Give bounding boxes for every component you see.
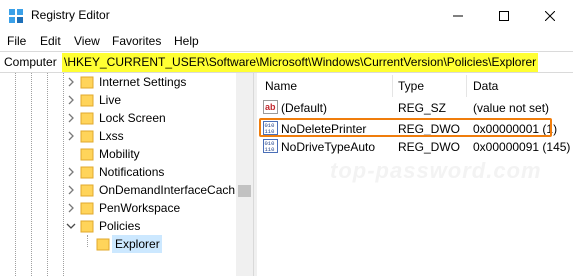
- tree-item-mobility[interactable]: Mobility: [0, 145, 236, 163]
- folder-icon: [80, 220, 94, 233]
- tree-item-label: Explorer: [115, 237, 160, 251]
- tree-item-label: PenWorkspace: [99, 201, 181, 215]
- value-name: NoDriveTypeAuto: [281, 140, 376, 154]
- tree-item-label: Policies: [99, 219, 141, 233]
- tree-item-notifications[interactable]: Notifications: [0, 163, 236, 181]
- value-type: REG_SZ: [398, 101, 447, 115]
- registry-editor-icon: [9, 9, 23, 23]
- tree-item-label: Lxss: [99, 129, 124, 143]
- minimize-button[interactable]: [435, 0, 481, 31]
- tree-item-label: Live: [99, 93, 122, 107]
- highlight-annotation-box: [259, 118, 552, 137]
- folder-icon: [80, 148, 94, 161]
- string-value-icon: ab: [263, 100, 278, 114]
- folder-icon: [80, 202, 94, 215]
- chevron-right-icon[interactable]: [66, 94, 76, 106]
- folder-icon: [80, 94, 94, 107]
- folder-icon: [80, 184, 94, 197]
- close-icon: [545, 10, 555, 21]
- minimize-icon: [453, 15, 463, 16]
- maximize-icon: [499, 10, 509, 21]
- chevron-right-icon[interactable]: [66, 112, 76, 124]
- folder-icon: [80, 112, 94, 125]
- column-header-name[interactable]: Name: [265, 79, 297, 93]
- title-bar: Registry Editor: [0, 0, 573, 32]
- chevron-down-icon[interactable]: [66, 220, 76, 232]
- address-path[interactable]: \HKEY_CURRENT_USER\Software\Microsoft\Wi…: [62, 53, 539, 72]
- tree-item-label: Notifications: [99, 165, 165, 179]
- address-bar[interactable]: Computer \HKEY_CURRENT_USER\Software\Mic…: [0, 51, 573, 73]
- close-button[interactable]: [527, 0, 573, 31]
- tree-item-penworkspace[interactable]: PenWorkspace: [0, 199, 236, 217]
- menu-file[interactable]: File: [7, 34, 26, 48]
- tree-item-internet-settings[interactable]: Internet Settings: [0, 73, 236, 91]
- column-divider[interactable]: [466, 75, 467, 97]
- tree-item-explorer[interactable]: Explorer: [0, 235, 236, 253]
- menu-view[interactable]: View: [74, 34, 100, 48]
- tree-item-label: OnDemandInterfaceCach: [99, 183, 236, 197]
- column-header-type[interactable]: Type: [398, 79, 424, 93]
- menu-favorites[interactable]: Favorites: [112, 34, 161, 48]
- maximize-button[interactable]: [481, 0, 527, 31]
- tree-item-policies[interactable]: Policies: [0, 217, 236, 235]
- column-header-data[interactable]: Data: [473, 79, 498, 93]
- chevron-right-icon[interactable]: [66, 130, 76, 142]
- binary-value-icon: 010 110: [263, 139, 278, 153]
- chevron-right-icon[interactable]: [66, 166, 76, 178]
- value-row[interactable]: ab (Default) REG_SZ (value not set): [257, 98, 573, 116]
- svg-text:110: 110: [265, 146, 275, 153]
- chevron-right-icon[interactable]: [66, 202, 76, 214]
- chevron-right-icon[interactable]: [66, 76, 76, 88]
- folder-icon: [96, 238, 110, 251]
- value-type: REG_DWO: [398, 140, 461, 154]
- value-row[interactable]: 010 110 NoDriveTypeAuto REG_DWO 0x000000…: [257, 137, 573, 155]
- tree-item-lxss[interactable]: Lxss: [0, 127, 236, 145]
- column-divider[interactable]: [392, 75, 393, 97]
- value-name: (Default): [281, 101, 328, 115]
- value-data: (value not set): [473, 101, 550, 115]
- value-data: 0x00000091 (145): [473, 140, 571, 154]
- address-prefix: Computer: [4, 55, 57, 69]
- folder-icon: [80, 76, 94, 89]
- menu-edit[interactable]: Edit: [40, 34, 61, 48]
- watermark: top-password.com: [330, 158, 542, 183]
- key-tree[interactable]: Internet Settings Live Lock Screen Lxss …: [0, 73, 253, 276]
- scrollbar-thumb[interactable]: [238, 185, 251, 197]
- tree-scrollbar[interactable]: [236, 73, 253, 276]
- tree-item-label: Lock Screen: [99, 111, 166, 125]
- tree-item-lock-screen[interactable]: Lock Screen: [0, 109, 236, 127]
- folder-icon: [80, 130, 94, 143]
- menu-bar: File Edit View Favorites Help: [0, 31, 573, 51]
- tree-item-label: Internet Settings: [99, 75, 187, 89]
- tree-item-label: Mobility: [99, 147, 140, 161]
- menu-help[interactable]: Help: [174, 34, 199, 48]
- window-title: Registry Editor: [31, 8, 110, 22]
- svg-text:ab: ab: [265, 102, 276, 112]
- tree-item-live[interactable]: Live: [0, 91, 236, 109]
- tree-item-ondemandinterfacecache[interactable]: OnDemandInterfaceCach: [0, 181, 236, 199]
- chevron-right-icon[interactable]: [66, 184, 76, 196]
- folder-icon: [80, 166, 94, 179]
